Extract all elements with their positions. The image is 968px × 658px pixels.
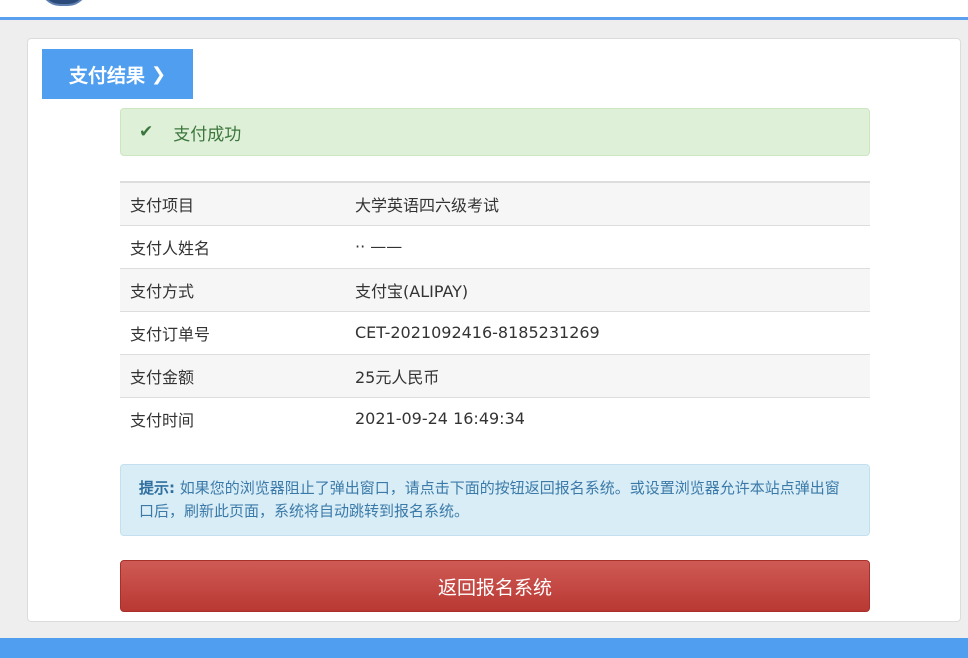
detail-value: 25元人民币 [355,367,440,387]
detail-key: 支付金额 [130,367,195,387]
detail-key: 支付人姓名 [130,238,211,258]
success-alert: ✔ 支付成功 [120,108,870,156]
footer-bar [0,638,968,658]
tab-label: 支付结果 [68,64,145,87]
detail-value: 支付宝(ALIPAY) [355,281,469,301]
return-button-label: 返回报名系统 [437,576,552,599]
check-icon: ✔ [139,122,154,142]
detail-key: 支付方式 [130,281,195,301]
top-header-bar [0,0,968,20]
notice-text: 如果您的浏览器阻止了弹出窗口，请点击下面的按钮返回报名系统。或设置浏览器允许本站… [139,479,840,520]
table-row: 支付金额 25元人民币 [120,354,870,397]
table-row: 支付方式 支付宝(ALIPAY) [120,268,870,311]
payment-details-table: 支付项目 大学英语四六级考试 支付人姓名 ·· —— 支付方式 支付宝(ALIP… [120,181,870,440]
detail-key: 支付项目 [130,195,195,215]
notice-label: 提示: [139,479,175,497]
table-row: 支付人姓名 ·· —— [120,225,870,268]
detail-value: ·· —— [355,237,403,256]
detail-value: 大学英语四六级考试 [355,195,500,215]
chevron-right-icon: ❯ [150,63,167,85]
payment-result-card: 支付结果 ❯ ✔ 支付成功 支付项目 大学英语四六级考试 支付人姓名 ·· ——… [27,38,961,622]
tab-payment-result[interactable]: 支付结果 ❯ [42,49,193,99]
table-row: 支付订单号 CET-2021092416-8185231269 [120,311,870,354]
table-row: 支付项目 大学英语四六级考试 [120,182,870,225]
detail-value: 2021-09-24 16:49:34 [355,409,525,429]
success-message: 支付成功 [173,124,242,145]
detail-key: 支付时间 [130,410,195,430]
popup-notice: 提示: 如果您的浏览器阻止了弹出窗口，请点击下面的按钮返回报名系统。或设置浏览器… [120,464,870,536]
table-row: 支付时间 2021-09-24 16:49:34 [120,397,870,440]
emblem-icon[interactable] [40,0,88,6]
detail-value: CET-2021092416-8185231269 [355,323,600,342]
detail-key: 支付订单号 [130,324,211,344]
return-to-registration-button[interactable]: 返回报名系统 [120,560,870,612]
